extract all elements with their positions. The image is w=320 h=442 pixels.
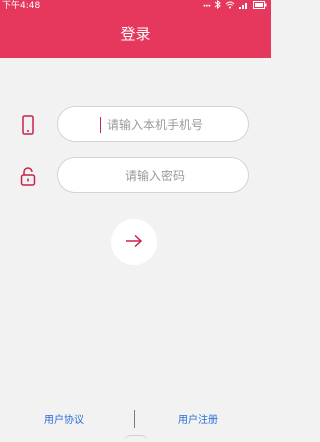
phone-row	[0, 106, 271, 144]
footer-divider	[134, 410, 135, 428]
unlock-icon	[18, 166, 38, 186]
wifi-icon	[225, 1, 235, 13]
password-row	[0, 157, 271, 195]
battery-icon	[253, 0, 267, 13]
password-input[interactable]	[58, 158, 252, 194]
bluetooth-icon	[214, 0, 221, 13]
phone-input[interactable]	[58, 107, 252, 143]
status-time: 下午4:48	[2, 1, 41, 11]
login-submit-button[interactable]	[111, 219, 157, 265]
text-cursor	[100, 117, 101, 133]
page-title: 登录	[120, 25, 151, 43]
arrow-right-icon	[124, 233, 144, 252]
phone-field[interactable]	[57, 106, 252, 143]
mobile-phone-icon	[18, 115, 38, 135]
status-icons: ···	[203, 0, 267, 13]
user-register-link[interactable]: 用户注册	[178, 414, 218, 428]
password-field[interactable]	[57, 157, 252, 194]
app-header: 下午4:48 ··· 登录	[0, 0, 271, 58]
more-dots-icon: ···	[202, 1, 211, 12]
user-agreement-link[interactable]: 用户协议	[44, 414, 84, 428]
signal-icon	[239, 1, 249, 13]
status-bar: 下午4:48 ···	[0, 0, 271, 12]
